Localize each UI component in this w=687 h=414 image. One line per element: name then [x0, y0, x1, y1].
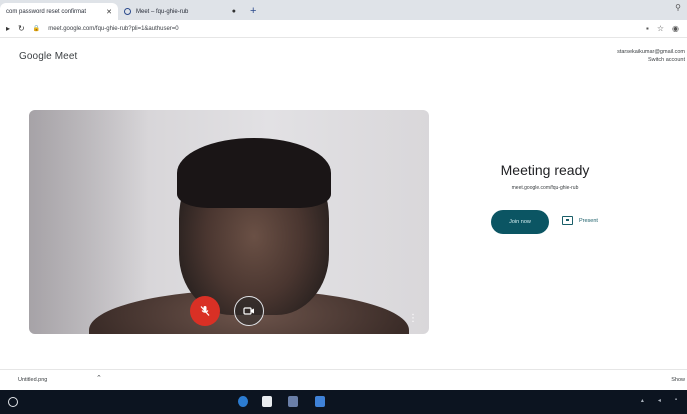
tab-meet[interactable]: Meet – fqu-ghie-rub ● — [118, 3, 242, 20]
mic-toggle-button[interactable] — [190, 296, 220, 326]
meeting-ready-title: Meeting ready — [500, 162, 590, 178]
account-info[interactable]: starsekaikumar@gmail.com Switch account — [617, 48, 685, 64]
profile-icon[interactable]: ◉ — [672, 24, 679, 33]
join-now-button[interactable]: Join now — [491, 210, 549, 234]
reload-icon[interactable]: ↻ — [18, 24, 25, 33]
present-label: Present — [579, 217, 598, 224]
window-controls-icon[interactable]: ⚲ — [675, 3, 681, 12]
close-icon[interactable]: ✕ — [106, 8, 112, 16]
tab-label: com password reset confirmat — [6, 8, 87, 15]
bookmark-star-icon[interactable]: ☆ — [657, 24, 664, 33]
browser-tab-strip: com password reset confirmat ✕ Meet – fq… — [0, 0, 687, 20]
forward-icon[interactable]: ▸ — [6, 24, 10, 33]
meet-favicon-icon — [124, 8, 131, 15]
account-email: starsekaikumar@gmail.com — [617, 49, 685, 55]
tab-label: Meet – fqu-ghie-rub — [136, 8, 189, 15]
app-icon[interactable] — [315, 396, 325, 407]
camera-indicator-icon[interactable]: ▪ — [646, 24, 649, 33]
tray-volume-icon[interactable]: ◂ — [658, 397, 661, 404]
mic-off-icon — [200, 306, 210, 316]
present-button[interactable]: Present — [562, 216, 598, 225]
download-file-name[interactable]: Untitled.png — [18, 377, 47, 383]
camera-icon — [243, 307, 254, 315]
video-preview — [29, 110, 429, 334]
more-vert-icon[interactable]: ⋮ — [408, 312, 418, 326]
meeting-link[interactable]: meet.google.com/fqu-ghie-rub — [480, 185, 610, 191]
file-explorer-icon[interactable] — [262, 396, 272, 407]
tray-clock-icon[interactable]: ▪ — [675, 397, 677, 404]
system-tray[interactable]: ▴ ◂ ▪ — [641, 397, 677, 404]
taskbar: ▴ ◂ ▪ — [0, 390, 687, 414]
chevron-up-icon[interactable]: ⌃ — [96, 374, 102, 382]
downloads-bar: Untitled.png ⌃ Show — [0, 369, 687, 390]
url-text[interactable]: meet.google.com/fqu-ghie-rub?pli=1&authu… — [48, 26, 178, 32]
camera-toggle-button[interactable] — [234, 296, 264, 326]
show-all-button[interactable]: Show — [671, 377, 685, 383]
recording-dot-icon: ● — [231, 8, 236, 15]
edge-browser-icon[interactable] — [238, 396, 248, 407]
present-screen-icon — [562, 216, 573, 225]
address-bar: ▸ ↻ 🔒 meet.google.com/fqu-ghie-rub?pli=1… — [0, 20, 687, 38]
lock-icon[interactable]: 🔒 — [33, 25, 40, 32]
switch-account-link[interactable]: Switch account — [617, 56, 685, 64]
store-icon[interactable] — [288, 396, 298, 407]
tray-network-icon[interactable]: ▴ — [641, 397, 644, 404]
google-meet-logo[interactable]: Google Meet — [19, 51, 77, 62]
video-background — [29, 110, 149, 334]
new-tab-button[interactable]: + — [250, 3, 256, 20]
cortana-search-icon[interactable] — [8, 397, 18, 407]
person-hair — [177, 138, 331, 208]
tab-password-reset[interactable]: com password reset confirmat ✕ — [0, 3, 118, 20]
